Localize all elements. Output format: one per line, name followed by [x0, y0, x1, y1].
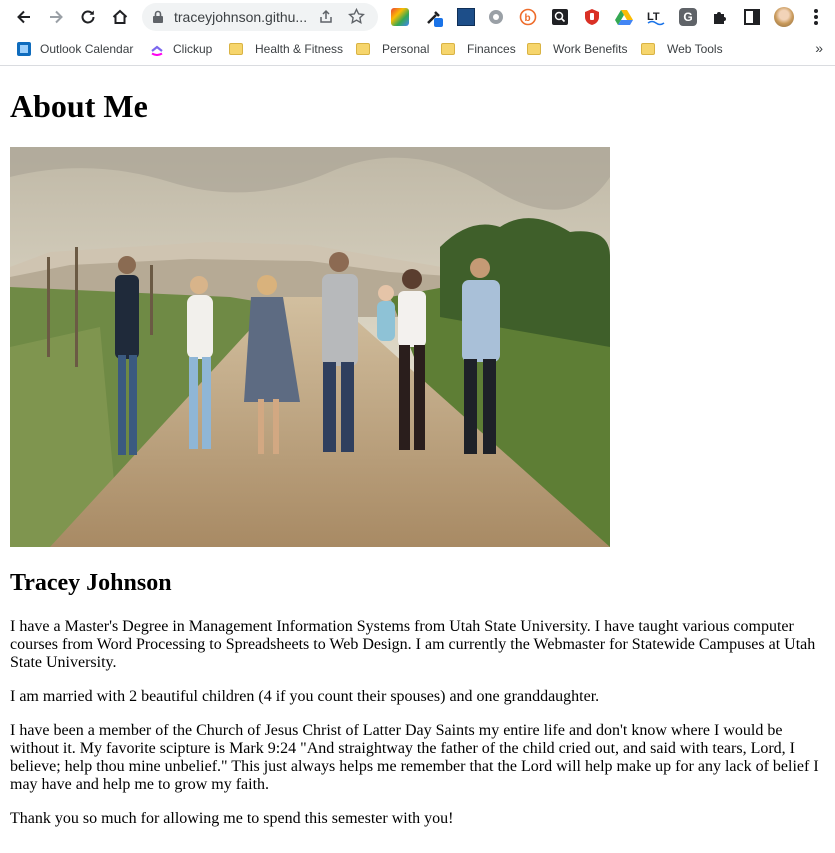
bio-paragraph-family: I am married with 2 beautiful children (… — [10, 688, 600, 705]
folder-icon — [527, 43, 541, 55]
folder-icon — [229, 43, 243, 55]
address-bar[interactable]: traceyjohnson.githu... — [142, 3, 378, 31]
share-icon[interactable] — [318, 9, 334, 25]
outlook-icon — [17, 42, 31, 56]
forward-arrow-icon — [50, 10, 63, 24]
bookmark-finances[interactable]: Finances — [441, 40, 516, 58]
back-arrow-icon — [17, 10, 30, 24]
bookmark-label: Health & Fitness — [255, 42, 344, 56]
folder-icon — [441, 43, 455, 55]
bio-paragraph-faith: I have been a member of the Church of Je… — [10, 722, 819, 793]
family-photo — [10, 147, 610, 547]
browser-menu-icon[interactable] — [806, 7, 826, 27]
extension-search-icon[interactable] — [550, 7, 570, 27]
bookmark-personal[interactable]: Personal — [356, 40, 429, 58]
extension-drive-icon[interactable] — [614, 7, 634, 27]
page-title: About Me — [10, 88, 148, 124]
reload-button[interactable] — [76, 5, 100, 29]
extension-b-icon[interactable]: b — [518, 7, 538, 27]
person-name: Tracey Johnson — [10, 570, 172, 596]
bookmark-star-icon[interactable] — [348, 8, 365, 25]
bookmark-label: Clickup — [173, 42, 213, 56]
bookmarks-bar: Outlook Calendar Clickup Health & Fitnes… — [0, 34, 835, 66]
side-panel-icon[interactable] — [742, 7, 762, 27]
more-bookmarks-chevron-icon[interactable]: » — [815, 40, 823, 56]
bio-paragraph-thanks: Thank you so much for allowing me to spe… — [10, 810, 454, 827]
extension-eyedropper-icon[interactable] — [424, 7, 444, 27]
extension-square-icon[interactable] — [456, 7, 476, 27]
folder-icon — [641, 43, 655, 55]
browser-toolbar: traceyjohnson.githu... b LT G — [0, 0, 835, 34]
bookmark-label: Work Benefits — [553, 42, 628, 56]
bookmark-health-fitness[interactable]: Health & Fitness — [229, 40, 343, 58]
bookmark-label: Outlook Calendar — [40, 42, 134, 56]
home-icon — [112, 9, 128, 24]
bookmark-clickup[interactable]: Clickup — [150, 40, 212, 58]
folder-icon — [356, 43, 370, 55]
extension-color-icon[interactable] — [390, 7, 410, 27]
svg-text:b: b — [525, 13, 531, 24]
clickup-icon — [151, 45, 163, 56]
bookmark-label: Web Tools — [667, 42, 723, 56]
back-button[interactable] — [12, 5, 36, 29]
bookmark-outlook-calendar[interactable]: Outlook Calendar — [17, 40, 133, 58]
extensions-puzzle-icon[interactable] — [710, 7, 730, 27]
profile-avatar[interactable] — [774, 7, 794, 27]
bookmark-web-tools[interactable]: Web Tools — [641, 40, 723, 58]
extension-film-icon[interactable] — [486, 7, 506, 27]
extension-lt-icon[interactable]: LT — [646, 7, 666, 27]
bio-paragraph-education: I have a Master's Degree in Management I… — [10, 618, 816, 671]
forward-button[interactable] — [44, 5, 68, 29]
reload-icon — [81, 10, 95, 24]
extension-g-icon[interactable]: G — [678, 7, 698, 27]
lock-icon — [153, 10, 163, 23]
bookmark-label: Personal — [382, 42, 430, 56]
home-button[interactable] — [108, 5, 132, 29]
bio-section: I have a Master's Degree in Management I… — [10, 618, 825, 844]
bookmark-label: Finances — [467, 42, 516, 56]
extension-shield-icon[interactable] — [582, 7, 602, 27]
bookmark-work-benefits[interactable]: Work Benefits — [527, 40, 627, 58]
url-text: traceyjohnson.githu... — [174, 9, 308, 25]
